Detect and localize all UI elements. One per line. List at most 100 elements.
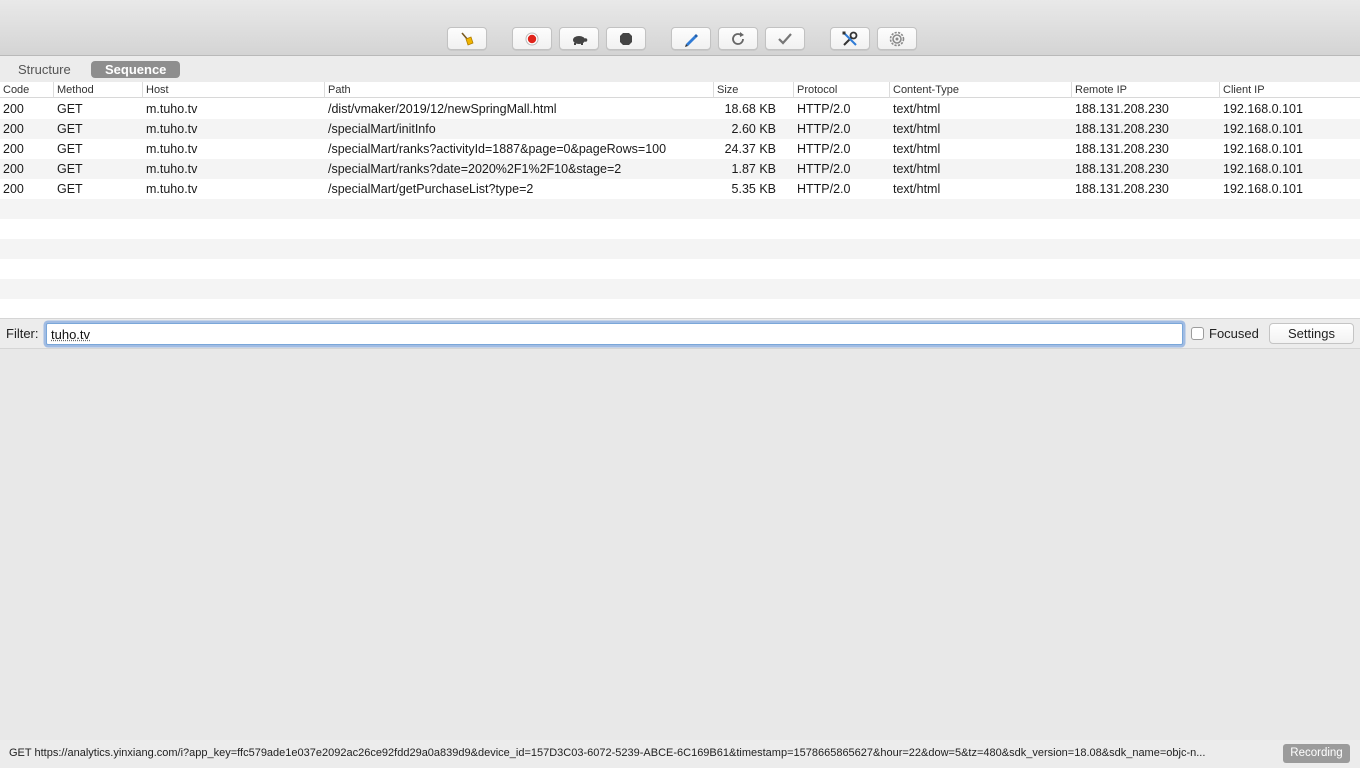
focused-checkbox[interactable] xyxy=(1191,327,1204,340)
cell-size: 2.60 KB xyxy=(731,122,776,136)
view-tabs: Structure Sequence xyxy=(0,57,1360,82)
filter-label: Filter: xyxy=(6,326,39,341)
cell-host: m.tuho.tv xyxy=(146,182,198,196)
cell-method: GET xyxy=(57,122,83,136)
filter-settings-button[interactable]: Settings xyxy=(1269,323,1354,344)
turtle-icon xyxy=(570,32,588,46)
preferences-button[interactable] xyxy=(877,27,917,50)
request-table: Code Method Host Path Size Protocol Cont… xyxy=(0,82,1360,319)
column-header-host[interactable]: Host xyxy=(143,82,325,98)
column-header-content-type[interactable]: Content-Type xyxy=(890,82,1072,98)
cell-content-type: text/html xyxy=(893,142,941,156)
focused-label[interactable]: Focused xyxy=(1209,326,1259,341)
column-header-client-ip[interactable]: Client IP xyxy=(1220,82,1360,98)
tab-structure[interactable]: Structure xyxy=(4,61,85,78)
cell-size: 18.68 KB xyxy=(724,102,776,116)
table-row[interactable]: 200 GET m.tuho.tv/specialMart/initInfo 2.60… xyxy=(0,119,1360,139)
cell-path: /dist/vmaker/2019/12/newSpringMall.html xyxy=(328,102,557,116)
empty-row xyxy=(0,199,1360,219)
table-row[interactable]: 200 GET m.tuho.tv/specialMart/ranks?date=2… xyxy=(0,159,1360,179)
table-header: Code Method Host Path Size Protocol Cont… xyxy=(0,82,1360,98)
empty-row xyxy=(0,259,1360,279)
detail-pane xyxy=(0,349,1360,740)
filter-bar: Filter: Focused Settings xyxy=(0,318,1360,349)
cell-path: /specialMart/getPurchaseList?type=2 xyxy=(328,182,534,196)
empty-row xyxy=(0,219,1360,239)
cell-content-type: text/html xyxy=(893,182,941,196)
validate-icon xyxy=(777,31,793,47)
table-row[interactable]: 200 GET m.tuho.tv/specialMart/ranks?activi… xyxy=(0,139,1360,159)
cell-remote-ip: 188.131.208.230 xyxy=(1075,102,1169,116)
column-header-protocol[interactable]: Protocol xyxy=(794,82,890,98)
table-body: 200 GET m.tuho.tv/dist/vmaker/2019/12/newS… xyxy=(0,99,1360,319)
tab-sequence[interactable]: Sequence xyxy=(91,61,181,78)
repeat-button[interactable] xyxy=(718,27,758,50)
status-text: GET https://analytics.yinxiang.com/i?app… xyxy=(9,747,1206,759)
cell-remote-ip: 188.131.208.230 xyxy=(1075,122,1169,136)
tools-button[interactable] xyxy=(830,27,870,50)
column-header-remote-ip[interactable]: Remote IP xyxy=(1072,82,1220,98)
cell-size: 24.37 KB xyxy=(724,142,776,156)
cell-protocol: HTTP/2.0 xyxy=(797,122,851,136)
cell-client-ip: 192.168.0.101 xyxy=(1223,142,1303,156)
cell-client-ip: 192.168.0.101 xyxy=(1223,182,1303,196)
cell-content-type: text/html xyxy=(893,102,941,116)
cell-client-ip: 192.168.0.101 xyxy=(1223,162,1303,176)
clear-button[interactable] xyxy=(447,27,487,50)
cell-method: GET xyxy=(57,162,83,176)
cell-remote-ip: 188.131.208.230 xyxy=(1075,142,1169,156)
cell-protocol: HTTP/2.0 xyxy=(797,162,851,176)
empty-row xyxy=(0,239,1360,259)
cell-client-ip: 192.168.0.101 xyxy=(1223,122,1303,136)
throttle-button[interactable] xyxy=(559,27,599,50)
cell-size: 1.87 KB xyxy=(731,162,776,176)
cell-path: /specialMart/initInfo xyxy=(328,122,436,136)
record-icon xyxy=(525,32,539,46)
table-row[interactable]: 200 GET m.tuho.tv/dist/vmaker/2019/12/newS… xyxy=(0,99,1360,119)
column-header-method[interactable]: Method xyxy=(54,82,143,98)
cell-content-type: text/html xyxy=(893,162,941,176)
cell-host: m.tuho.tv xyxy=(146,122,198,136)
cell-content-type: text/html xyxy=(893,122,941,136)
cell-code: 200 xyxy=(3,162,24,176)
cell-protocol: HTTP/2.0 xyxy=(797,142,851,156)
cell-host: m.tuho.tv xyxy=(146,142,198,156)
record-button[interactable] xyxy=(512,27,552,50)
cell-code: 200 xyxy=(3,142,24,156)
cell-path: /specialMart/ranks?activityId=1887&page=… xyxy=(328,142,667,156)
status-bar: GET https://analytics.yinxiang.com/i?app… xyxy=(0,740,1360,768)
column-header-path[interactable]: Path xyxy=(325,82,714,98)
cell-host: m.tuho.tv xyxy=(146,162,198,176)
cell-protocol: HTTP/2.0 xyxy=(797,102,851,116)
cell-code: 200 xyxy=(3,182,24,196)
repeat-icon xyxy=(730,31,746,47)
filter-input[interactable] xyxy=(46,323,1183,345)
column-header-size[interactable]: Size xyxy=(714,82,794,98)
compose-button[interactable] xyxy=(671,27,711,50)
cell-remote-ip: 188.131.208.230 xyxy=(1075,162,1169,176)
cell-method: GET xyxy=(57,182,83,196)
breakpoints-button[interactable] xyxy=(606,27,646,50)
broom-icon xyxy=(459,31,475,47)
cell-protocol: HTTP/2.0 xyxy=(797,182,851,196)
column-header-code[interactable]: Code xyxy=(0,82,54,98)
table-row[interactable]: 200 GET m.tuho.tv/specialMart/getPurchaseL… xyxy=(0,179,1360,199)
toolbar xyxy=(0,0,1360,56)
cell-remote-ip: 188.131.208.230 xyxy=(1075,182,1169,196)
cell-code: 200 xyxy=(3,102,24,116)
stop-icon xyxy=(619,32,633,46)
cell-size: 5.35 KB xyxy=(731,182,776,196)
recording-badge[interactable]: Recording xyxy=(1283,744,1350,763)
empty-row xyxy=(0,279,1360,299)
cell-method: GET xyxy=(57,142,83,156)
cell-client-ip: 192.168.0.101 xyxy=(1223,102,1303,116)
pen-icon xyxy=(683,31,699,47)
cell-host: m.tuho.tv xyxy=(146,102,198,116)
settings-icon xyxy=(889,31,905,47)
cell-code: 200 xyxy=(3,122,24,136)
cell-method: GET xyxy=(57,102,83,116)
validate-button[interactable] xyxy=(765,27,805,50)
empty-row xyxy=(0,299,1360,319)
tools-icon xyxy=(841,30,859,48)
cell-path: /specialMart/ranks?date=2020%2F1%2F10&st… xyxy=(328,162,622,176)
